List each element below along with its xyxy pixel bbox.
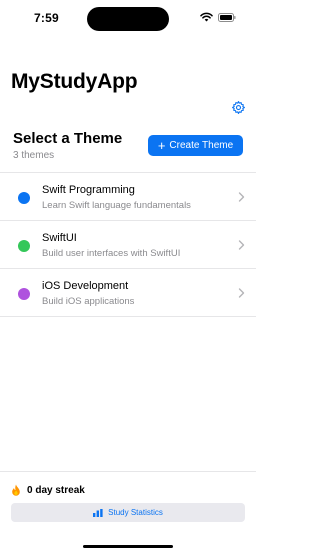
flame-icon	[12, 484, 20, 496]
theme-count: 3 themes	[13, 150, 55, 161]
theme-description: Learn Swift language fundamentals	[42, 200, 191, 211]
section-title: Select a Theme	[13, 130, 123, 147]
chevron-right-icon	[238, 192, 245, 202]
theme-color-dot	[18, 240, 30, 252]
section-header: Select a Theme 3 themes	[13, 130, 122, 161]
streak-label: 0 day streak	[27, 484, 85, 496]
study-statistics-button[interactable]: Study Statistics	[11, 503, 245, 522]
theme-row-swiftui[interactable]: SwiftUI Build user interfaces with Swift…	[0, 221, 256, 269]
theme-name: SwiftUI	[42, 232, 77, 244]
chevron-right-icon	[238, 240, 245, 250]
chevron-right-icon	[238, 288, 245, 298]
streak-indicator: 0 day streak	[11, 484, 85, 496]
theme-list: Swift Programming Learn Swift language f…	[0, 172, 256, 317]
theme-color-dot	[18, 288, 30, 300]
dynamic-island	[87, 7, 169, 31]
theme-color-dot	[18, 192, 30, 204]
settings-button[interactable]	[231, 100, 246, 115]
theme-row-swift-programming[interactable]: Swift Programming Learn Swift language f…	[0, 173, 256, 221]
theme-name: Swift Programming	[42, 184, 135, 196]
bar-chart-icon	[93, 508, 103, 517]
plus-icon: +	[157, 137, 166, 153]
footer-divider	[0, 471, 256, 472]
status-bar: 7:59	[0, 0, 256, 40]
app-title: MyStudyApp	[11, 70, 138, 93]
theme-description: Build user interfaces with SwiftUI	[42, 248, 181, 259]
home-indicator[interactable]	[83, 545, 173, 548]
battery-icon	[218, 13, 236, 22]
status-time: 7:59	[34, 11, 59, 25]
create-theme-button[interactable]: + Create Theme	[148, 135, 243, 156]
wifi-icon	[200, 12, 213, 22]
theme-row-ios-development[interactable]: iOS Development Build iOS applications	[0, 269, 256, 317]
study-statistics-label: Study Statistics	[108, 508, 163, 517]
create-theme-label: Create Theme	[169, 140, 234, 151]
theme-name: iOS Development	[42, 280, 129, 292]
gear-icon	[232, 101, 245, 114]
theme-description: Build iOS applications	[42, 296, 135, 307]
